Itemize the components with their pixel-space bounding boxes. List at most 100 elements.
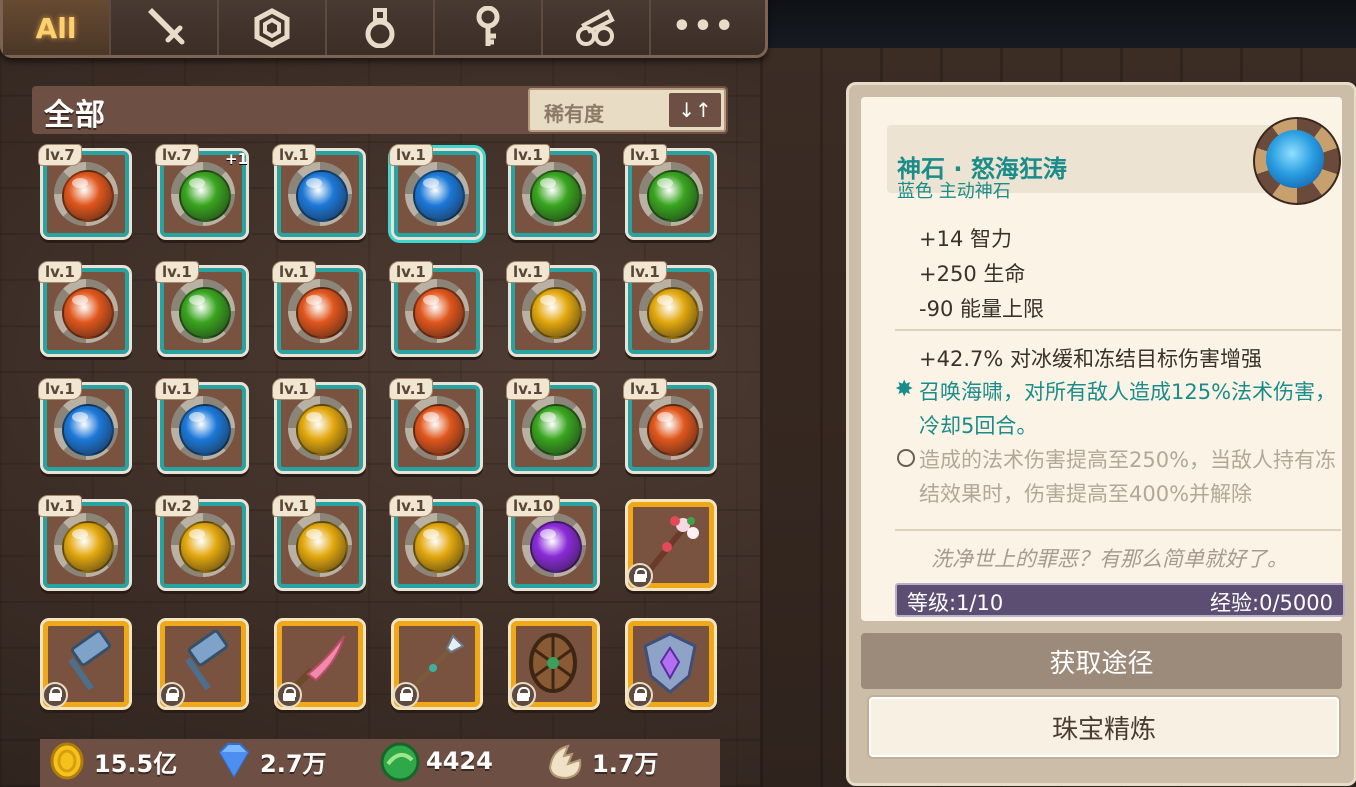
lock-icon bbox=[510, 682, 536, 708]
level-badge: lv.1 bbox=[623, 144, 667, 166]
level-badge: lv.1 bbox=[272, 144, 316, 166]
level-badge: lv.1 bbox=[389, 261, 433, 283]
gem-slot[interactable]: lv.1 bbox=[623, 378, 717, 474]
gem-icon bbox=[179, 170, 231, 222]
tab-potions[interactable] bbox=[327, 0, 435, 55]
gem-slot[interactable]: lv.1 bbox=[272, 495, 366, 591]
equipment-slot[interactable] bbox=[625, 618, 717, 710]
more-icon: ••• bbox=[672, 8, 736, 44]
gem-slot[interactable]: lv.1 bbox=[506, 261, 600, 357]
gem-slot[interactable]: lv.10 bbox=[506, 495, 600, 591]
active-skill: 召唤海啸，对所有敌人造成125%法术伤害，冷却5回合。 bbox=[919, 380, 1337, 438]
lock-icon bbox=[897, 449, 915, 467]
stat-energy: -90 能量上限 bbox=[919, 297, 1044, 321]
potion-icon bbox=[365, 8, 395, 48]
category-tabbar: All ••• bbox=[0, 0, 768, 58]
gem-slot[interactable]: lv.7 +1 bbox=[155, 144, 249, 240]
gem-icon bbox=[179, 287, 231, 339]
tab-weapons[interactable] bbox=[111, 0, 219, 55]
tab-keys[interactable] bbox=[435, 0, 543, 55]
tab-all[interactable]: All bbox=[3, 0, 111, 55]
detail-card: 神石 · 怒海狂涛 蓝色 主动神石 +14 智力 +250 生命 -90 能量上… bbox=[861, 97, 1345, 621]
gem-slot[interactable]: lv.1 bbox=[155, 378, 249, 474]
tab-more[interactable]: ••• bbox=[651, 0, 757, 55]
gem-slot[interactable]: lv.2 bbox=[155, 495, 249, 591]
gem-slot[interactable]: lv.1 bbox=[623, 144, 717, 240]
divider bbox=[895, 529, 1341, 531]
lock-icon bbox=[627, 682, 653, 708]
equipment-slot[interactable] bbox=[40, 618, 132, 710]
exp-text: 经验:0/5000 bbox=[1210, 591, 1333, 615]
hexagon-icon bbox=[254, 8, 290, 48]
gem-slot[interactable]: lv.1 bbox=[38, 378, 132, 474]
gem-slot[interactable]: lv.1 bbox=[38, 495, 132, 591]
gem-icon bbox=[179, 521, 231, 573]
gem-portrait bbox=[1253, 117, 1341, 205]
level-badge: lv.1 bbox=[272, 495, 316, 517]
lock-icon bbox=[393, 682, 419, 708]
gem-slot[interactable]: lv.1 bbox=[623, 261, 717, 357]
gem-slot[interactable]: lv.1 bbox=[389, 261, 483, 357]
equipment-slot[interactable] bbox=[625, 499, 717, 591]
gem-slot[interactable]: lv.1 bbox=[272, 144, 366, 240]
equipment-slot[interactable] bbox=[391, 618, 483, 710]
level-text: 等级:1/10 bbox=[907, 591, 1004, 615]
gem-icon bbox=[296, 170, 348, 222]
sort-icon[interactable]: ↓↑ bbox=[669, 93, 721, 127]
level-badge: lv.1 bbox=[38, 378, 82, 400]
inventory-header: 全部 稀有度 ↓↑ bbox=[32, 86, 728, 134]
sword-icon bbox=[148, 8, 185, 45]
level-badge: lv.1 bbox=[623, 261, 667, 283]
gem-icon bbox=[647, 287, 699, 339]
jewel-refine-button[interactable]: 珠宝精炼 bbox=[869, 697, 1339, 757]
gem-slot[interactable]: lv.1 bbox=[506, 378, 600, 474]
level-exp-bar: 等级:1/10 经验:0/5000 bbox=[895, 583, 1345, 617]
lock-icon bbox=[276, 682, 302, 708]
level-badge: lv.1 bbox=[389, 144, 433, 166]
bonus-effect: +42.7% 对冰缓和冻结目标伤害增强 bbox=[919, 347, 1262, 371]
level-badge: lv.1 bbox=[155, 378, 199, 400]
gem-slot[interactable]: lv.1 bbox=[389, 144, 483, 240]
equipment-slot[interactable] bbox=[274, 618, 366, 710]
inventory-title: 全部 bbox=[44, 98, 106, 133]
gem-icon bbox=[62, 521, 114, 573]
gold-value: 15.5亿 bbox=[94, 749, 178, 778]
equipment-slot[interactable] bbox=[508, 618, 600, 710]
tab-materials[interactable] bbox=[543, 0, 651, 55]
gem-slot[interactable]: lv.1 bbox=[389, 378, 483, 474]
gem-slot[interactable]: lv.1 bbox=[506, 144, 600, 240]
gem-slot[interactable]: lv.1 bbox=[272, 378, 366, 474]
key-icon bbox=[476, 6, 500, 46]
item-detail-panel: 神石 · 怒海狂涛 蓝色 主动神石 +14 智力 +250 生命 -90 能量上… bbox=[846, 82, 1356, 786]
level-badge: lv.1 bbox=[506, 378, 550, 400]
gem-slot[interactable]: lv.7 bbox=[38, 144, 132, 240]
flavor-text: 洗净世上的罪恶？有那么简单就好了。 bbox=[931, 547, 1288, 571]
obtain-source-button[interactable]: 获取途径 bbox=[861, 633, 1342, 689]
gem-slot[interactable]: lv.1 bbox=[155, 261, 249, 357]
level-badge: lv.7 bbox=[38, 144, 82, 166]
gem-slot[interactable]: lv.1 bbox=[389, 495, 483, 591]
level-badge: lv.2 bbox=[155, 495, 199, 517]
sort-dropdown[interactable]: 稀有度 ↓↑ bbox=[528, 88, 726, 132]
gem-slot[interactable]: lv.1 bbox=[38, 261, 132, 357]
eggshell-icon bbox=[546, 742, 584, 780]
lock-icon bbox=[159, 682, 185, 708]
level-badge: lv.1 bbox=[389, 378, 433, 400]
stat-health: +250 生命 bbox=[919, 262, 1026, 286]
equipment-slot[interactable] bbox=[157, 618, 249, 710]
locked-skill: 造成的法术伤害提高至250%，当敌人持有冻结效果时，伤害提高至400%并解除 bbox=[919, 448, 1337, 506]
level-badge: lv.1 bbox=[506, 144, 550, 166]
sort-label: 稀有度 bbox=[544, 102, 604, 126]
wave-gem-icon bbox=[1266, 130, 1324, 188]
gem-icon bbox=[530, 404, 582, 456]
level-badge: lv.10 bbox=[506, 495, 561, 517]
orb-value: 4424 bbox=[426, 747, 493, 775]
gem-icon bbox=[647, 404, 699, 456]
gem-icon bbox=[530, 170, 582, 222]
gold-resource: 15.5亿 bbox=[48, 742, 177, 780]
orb-resource: 4424 bbox=[380, 742, 493, 782]
eggshell-value: 1.7万 bbox=[592, 749, 659, 778]
gem-slot[interactable]: lv.1 bbox=[272, 261, 366, 357]
upgrade-badge: +1 bbox=[225, 150, 249, 168]
tab-gems[interactable] bbox=[219, 0, 327, 55]
